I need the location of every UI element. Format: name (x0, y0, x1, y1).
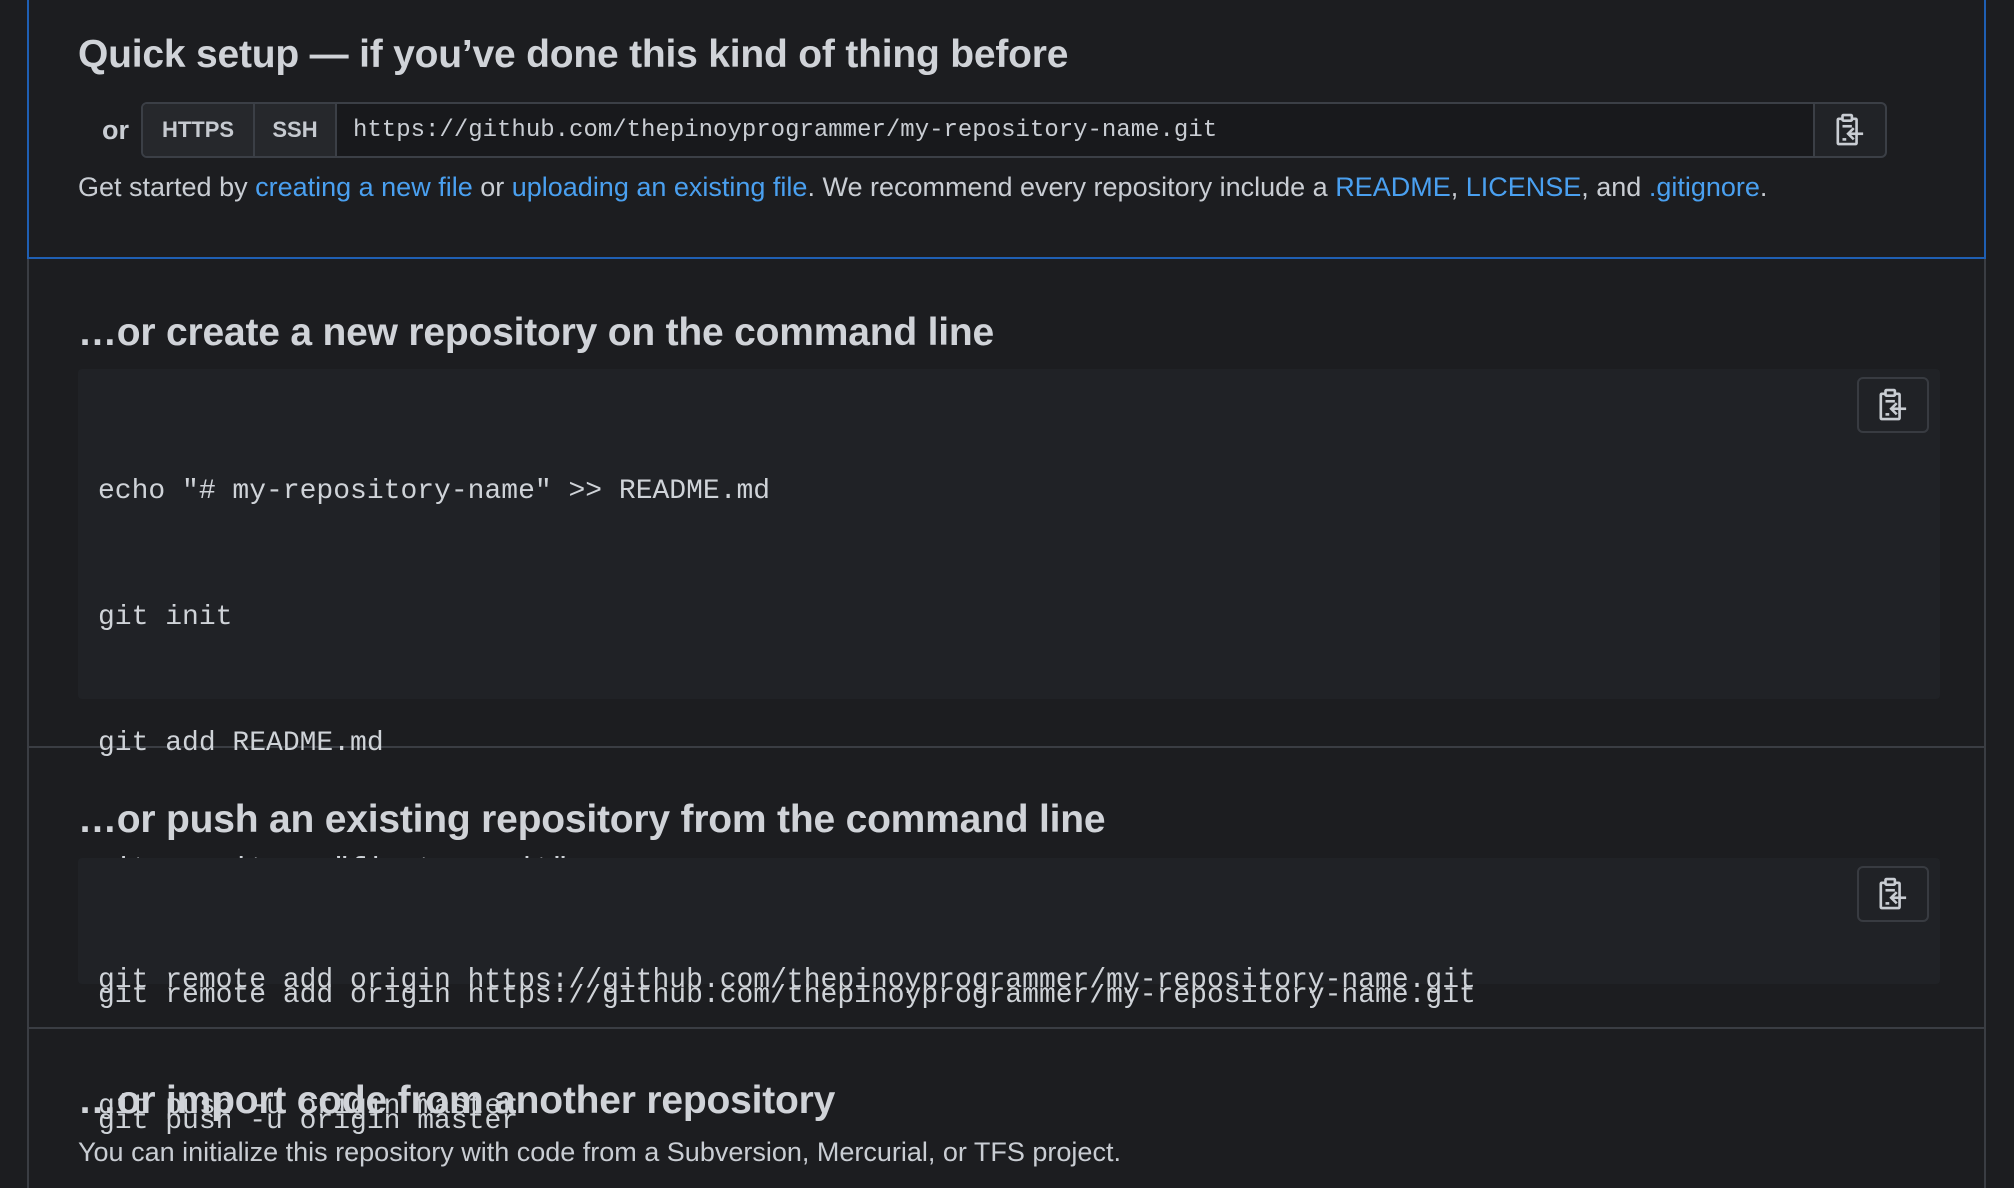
import-repo-title: …or import code from another repository (78, 1079, 836, 1122)
push-repo-section: …or push an existing repository from the… (27, 748, 1986, 1122)
ssh-button[interactable]: SSH (255, 104, 337, 156)
import-repo-section: …or import code from another repository … (27, 1029, 1986, 1188)
clipboard-copy-icon (1879, 877, 1907, 910)
clone-url-input[interactable] (337, 104, 1813, 156)
copy-create-commands-button[interactable] (1857, 377, 1929, 433)
intro-end: . (1759, 172, 1768, 202)
upload-existing-file-link[interactable]: uploading an existing file (512, 172, 808, 202)
code-line: git init (98, 602, 233, 633)
clipboard-copy-icon (1879, 388, 1907, 421)
intro-prefix: Get started by (78, 172, 256, 202)
intro-and: , and (1581, 172, 1649, 202)
clone-url-row: or HTTPS SSH (102, 102, 1887, 158)
copy-url-button[interactable] (1815, 102, 1887, 158)
code-line: git remote add origin https://github.com… (98, 965, 1476, 996)
push-repo-code: git remote add origin https://github.com… (78, 858, 1940, 1122)
import-description: You can initialize this repository with … (78, 1137, 1121, 1167)
intro-or: or (472, 172, 512, 202)
copy-push-commands-button[interactable] (1857, 866, 1929, 922)
gitignore-link[interactable]: .gitignore (1649, 172, 1760, 202)
or-label: or (102, 114, 129, 145)
create-new-file-link[interactable]: creating a new file (255, 172, 473, 202)
create-repo-section: …or create a new repository on the comma… (27, 259, 1986, 1137)
create-repo-title: …or create a new repository on the comma… (78, 311, 994, 354)
intro-middle: . We recommend every repository include … (807, 172, 1336, 202)
clipboard-copy-icon (1836, 113, 1864, 146)
intro-comma: , (1450, 172, 1466, 202)
quick-setup-title: Quick setup — if you’ve done this kind o… (78, 33, 1069, 76)
license-link[interactable]: LICENSE (1466, 172, 1582, 202)
create-repo-code: echo "# my-repository-name" >> README.md… (78, 369, 1940, 1137)
push-repo-title: …or push an existing repository from the… (78, 798, 1106, 841)
quick-setup-section: Quick setup — if you’ve done this kind o… (27, 0, 1986, 259)
https-button[interactable]: HTTPS (143, 104, 255, 156)
code-line: echo "# my-repository-name" >> README.md (98, 476, 771, 507)
intro-text: Get started by creating a new file or up… (78, 172, 1767, 203)
clone-url-group: HTTPS SSH (141, 102, 1815, 158)
repo-setup-panel: Quick setup — if you’ve done this kind o… (27, 0, 1986, 1188)
readme-link[interactable]: README (1335, 172, 1451, 202)
